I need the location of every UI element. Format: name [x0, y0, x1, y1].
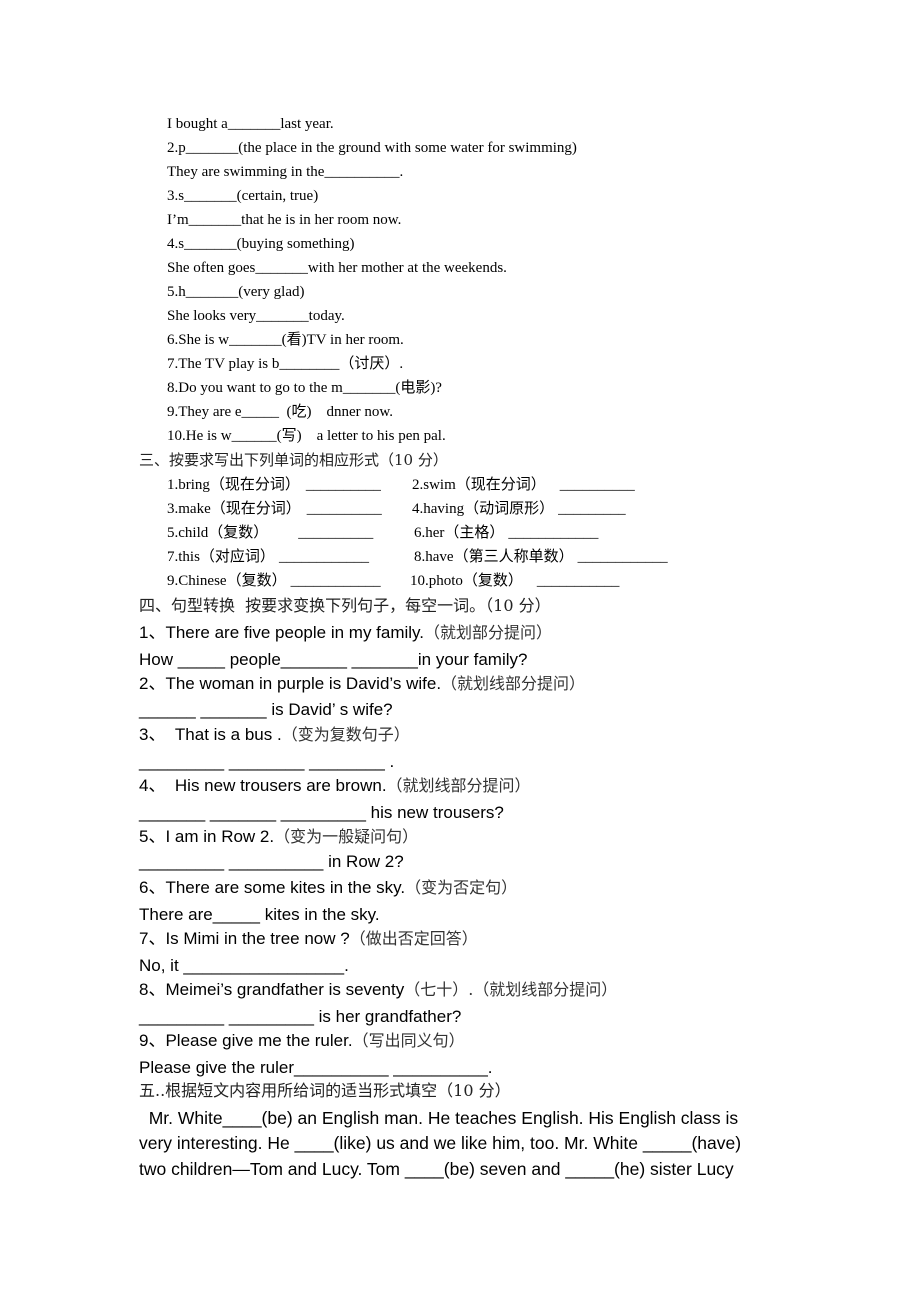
vocab-label: 10.photo（复数）: [410, 573, 523, 589]
vocab-item: 5.child（复数） __________: [167, 526, 373, 541]
question-prompt: 8、Meimei’s grandfather is seventy（七十）.（就…: [139, 981, 617, 998]
vocab-item: 8.have（第三人称单数） ____________: [414, 550, 668, 565]
vocab-item: 1.bring（现在分词） __________: [167, 478, 381, 493]
question-answer[interactable]: No, it _________________.: [139, 957, 349, 974]
vocab-label: 3.make（现在分词）: [167, 501, 301, 517]
vocab-item: 9.Chinese（复数） ____________: [167, 574, 381, 589]
vocab-item: 3.make（现在分词） __________: [167, 502, 382, 517]
question-answer[interactable]: _________ ________ ________ .: [139, 753, 394, 770]
vocab-label: 9.Chinese（复数）: [167, 573, 287, 589]
vocab-label: 2.swim（现在分词）: [412, 477, 546, 493]
prompt-text: 6、There are some kites in the sky.: [139, 878, 406, 897]
prompt-text: 2、The woman in purple is David’s wife.: [139, 674, 442, 693]
prompt-text: 1、There are five people in my family.: [139, 623, 425, 642]
vocab-blank[interactable]: __________: [560, 477, 635, 493]
part2-line: 7.The TV play is b________（讨厌）.: [167, 356, 404, 372]
vocab-label: 5.child（复数）: [167, 525, 269, 541]
question-answer[interactable]: ______ _______ is David’ s wife?: [139, 701, 393, 718]
part2-line: 10.He is w______(写) a letter to his pen …: [167, 428, 446, 444]
instruction-text: （七十）.（就划线部分提问）: [404, 980, 618, 999]
vocab-label: 7.this（对应词）: [167, 549, 275, 565]
vocab-blank[interactable]: ____________: [508, 525, 598, 541]
instruction-text: （变为复数句子）: [281, 725, 410, 744]
part2-line: 3.s_______(certain, true): [167, 188, 319, 204]
prompt-text: 4、 His new trousers are brown.: [139, 776, 387, 795]
question-answer[interactable]: Please give the ruler__________ ________…: [139, 1059, 493, 1076]
question-prompt: 6、There are some kites in the sky.（变为否定句…: [139, 879, 517, 896]
question-prompt: 9、Please give me the ruler.（写出同义句）: [139, 1032, 465, 1049]
instruction-text: （做出否定回答）: [349, 929, 478, 948]
passage-line: Mr. White____(be) an English man. He tea…: [139, 1108, 739, 1128]
part2-line: 9.They are e_____ (吃) dnner now.: [167, 404, 394, 420]
passage-line: two children—Tom and Lucy. Tom ____(be) …: [139, 1159, 734, 1179]
section4-title: 四、句型转换 按要求变换下列句子，每空一词。（10 分）: [139, 596, 551, 615]
question-prompt: 4、 His new trousers are brown.（就划线部分提问）: [139, 777, 531, 794]
section3-title: 三、按要求写出下列单词的相应形式（10 分）: [139, 451, 448, 469]
part2-line: 6.She is w_______(看)TV in her room.: [167, 332, 404, 348]
prompt-text: 7、Is Mimi in the tree now ?: [139, 929, 350, 948]
question-prompt: 5、I am in Row 2.（变为一般疑问句）: [139, 828, 418, 845]
instruction-text: （写出同义句）: [352, 1031, 465, 1050]
vocab-label: 8.have（第三人称单数）: [414, 549, 574, 565]
question-answer[interactable]: _______ _______ _________ his new trouse…: [139, 804, 504, 821]
passage-line: very interesting. He ____(like) us and w…: [139, 1133, 742, 1153]
section5-title: 五..根据短文内容用所给词的适当形式填空（10 分）: [139, 1081, 511, 1100]
prompt-text: 9、Please give me the ruler.: [139, 1031, 353, 1050]
question-prompt: 3、 That is a bus .（变为复数句子）: [139, 726, 410, 743]
vocab-item: 7.this（对应词） ____________: [167, 550, 369, 565]
vocab-item: 10.photo（复数） ___________: [410, 574, 619, 589]
part2-line: 4.s_______(buying something): [167, 236, 355, 252]
vocab-blank[interactable]: ____________: [578, 549, 668, 565]
vocab-blank[interactable]: __________: [307, 501, 382, 517]
vocab-blank[interactable]: _________: [558, 501, 626, 517]
instruction-text: （变为否定句）: [405, 878, 518, 897]
part2-line: I’m_______that he is in her room now.: [167, 212, 402, 228]
prompt-text: 5、I am in Row 2.: [139, 827, 275, 846]
vocab-blank[interactable]: __________: [298, 525, 373, 541]
vocab-blank[interactable]: __________: [306, 477, 381, 493]
question-prompt: 1、There are five people in my family.（就划…: [139, 624, 552, 641]
instruction-text: （就划部分提问）: [424, 623, 553, 642]
vocab-item: 6.her（主格） ____________: [414, 526, 598, 541]
instruction-text: （就划线部分提问）: [386, 776, 531, 795]
instruction-text: （就划线部分提问）: [441, 674, 586, 693]
question-answer[interactable]: _________ __________ in Row 2?: [139, 853, 404, 870]
prompt-text: 3、 That is a bus .: [139, 725, 282, 744]
part2-line: They are swimming in the__________.: [167, 164, 404, 180]
part2-line: 2.p_______(the place in the ground with …: [167, 140, 577, 156]
part2-line: She often goes_______with her mother at …: [167, 260, 507, 276]
part2-line: She looks very_______today.: [167, 308, 345, 324]
prompt-text: 8、Meimei’s grandfather is seventy: [139, 980, 405, 999]
vocab-item: 2.swim（现在分词） __________: [412, 478, 635, 493]
question-prompt: 7、Is Mimi in the tree now ?（做出否定回答）: [139, 930, 478, 947]
question-answer[interactable]: How _____ people_______ _______in your f…: [139, 651, 527, 668]
vocab-item: 4.having（动词原形） _________: [412, 502, 626, 517]
vocab-blank[interactable]: ____________: [279, 549, 369, 565]
question-answer[interactable]: There are_____ kites in the sky.: [139, 906, 380, 923]
part2-line: I bought a_______last year.: [167, 116, 334, 132]
question-answer[interactable]: _________ _________ is her grandfather?: [139, 1008, 461, 1025]
vocab-blank[interactable]: ___________: [537, 573, 620, 589]
question-prompt: 2、The woman in purple is David’s wife.（就…: [139, 675, 585, 692]
vocab-blank[interactable]: ____________: [291, 573, 381, 589]
part2-line: 8.Do you want to go to the m_______(电影)?: [167, 380, 442, 396]
vocab-label: 1.bring（现在分词）: [167, 477, 300, 493]
instruction-text: （变为一般疑问句）: [274, 827, 419, 846]
vocab-label: 4.having（动词原形）: [412, 501, 555, 517]
part2-line: 5.h_______(very glad): [167, 284, 305, 300]
vocab-label: 6.her（主格）: [414, 525, 505, 541]
